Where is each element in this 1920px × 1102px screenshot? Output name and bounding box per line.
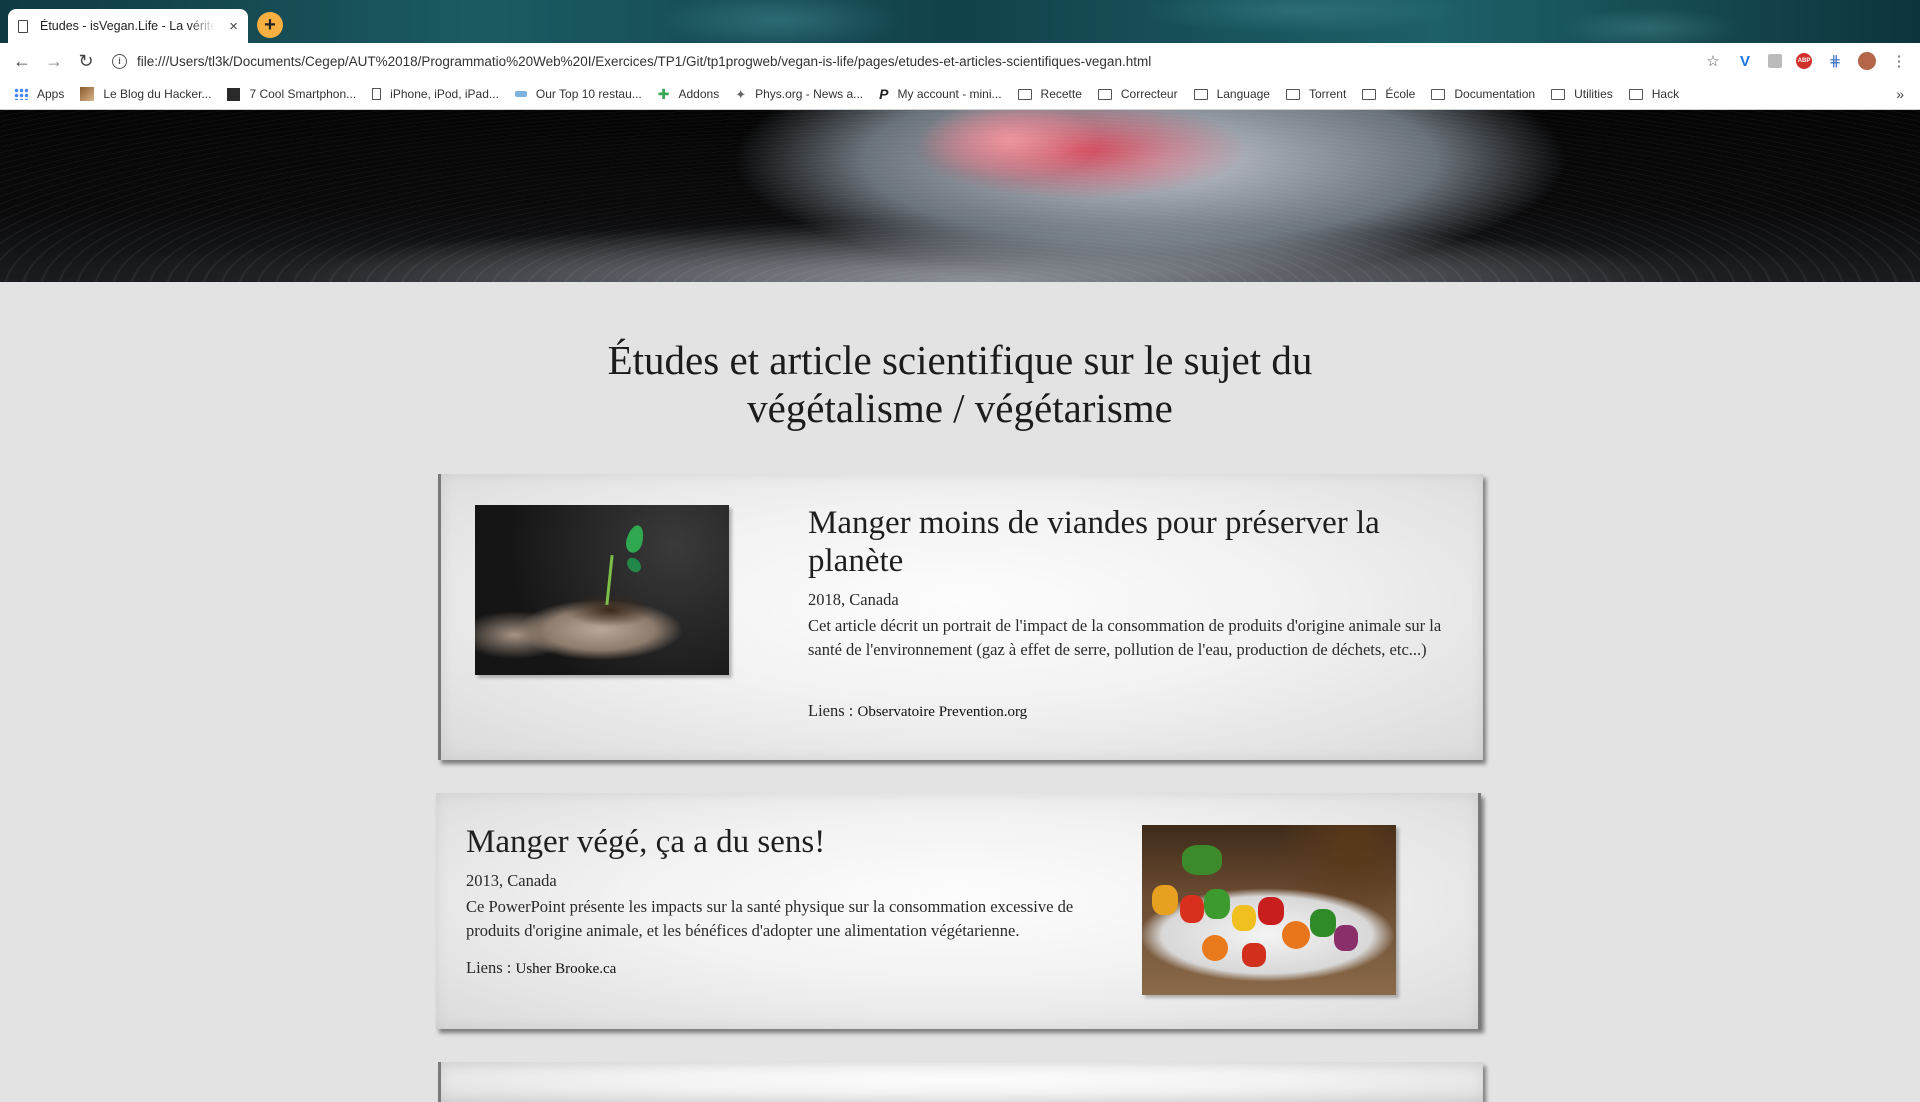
bookmark-item[interactable]: Language xyxy=(1193,87,1270,101)
bookmark-item[interactable]: Apps xyxy=(14,87,64,101)
extensions-area: ☆ V ABP ⋕ ⋮ xyxy=(1704,52,1908,70)
folder-icon xyxy=(1551,88,1566,100)
bookmark-label: Recette xyxy=(1040,87,1082,101)
browser-tab[interactable]: Études - isVegan.Life - La vérité × xyxy=(8,9,248,43)
bookmark-item[interactable]: École xyxy=(1362,87,1415,101)
bookmark-item[interactable]: ✦ Phys.org - News a... xyxy=(735,87,863,101)
article-link[interactable]: Usher Brooke.ca xyxy=(516,961,617,977)
blue-icon xyxy=(514,91,527,97)
address-bar-url[interactable]: file:///Users/tl3k/Documents/Cegep/AUT%2… xyxy=(137,54,1151,69)
bookmark-item[interactable]: ✚ Addons xyxy=(658,87,719,101)
extension-gray-icon[interactable] xyxy=(1768,54,1782,68)
atom-icon: ✦ xyxy=(735,86,747,102)
tab-title: Études - isVegan.Life - La vérité xyxy=(40,19,215,33)
forward-arrow-icon[interactable]: → xyxy=(38,51,70,72)
header-banner-image xyxy=(0,110,1920,282)
folder-icon xyxy=(1628,88,1643,100)
folder-icon xyxy=(1017,88,1032,100)
browser-menu-icon[interactable]: ⋮ xyxy=(1890,52,1908,70)
bookmark-item[interactable]: Le Blog du Hacker... xyxy=(80,87,211,101)
bookmark-label: Addons xyxy=(678,87,720,101)
article-link[interactable]: Observatoire Prevention.org xyxy=(858,704,1028,720)
bookmark-label: École xyxy=(1385,87,1416,101)
bookmark-item[interactable]: Torrent xyxy=(1285,87,1347,101)
bookmark-label: iPhone, iPod, iPad... xyxy=(390,87,499,101)
address-bar[interactable]: i file:///Users/tl3k/Documents/Cegep/AUT… xyxy=(112,53,1704,69)
folder-icon xyxy=(1362,88,1377,100)
bookmark-item[interactable]: Recette xyxy=(1017,87,1082,101)
article-links: Liens : Usher Brooke.ca xyxy=(466,958,616,978)
bookmark-label: Apps xyxy=(37,87,65,101)
extension-v-icon[interactable]: V xyxy=(1736,53,1754,70)
tab-close-icon[interactable]: × xyxy=(229,18,238,35)
page-icon xyxy=(372,88,382,100)
bookmarks-bar: Apps Le Blog du Hacker... 7 Cool Smartphon… xyxy=(0,79,1920,110)
bookmark-label: 7 Cool Smartphon... xyxy=(249,87,357,101)
links-label: Liens : xyxy=(466,958,516,977)
bookmark-label: Our Top 10 restau... xyxy=(535,87,642,101)
article-image-skewers xyxy=(1142,825,1396,995)
page-title: Études et article scientifique sur le su… xyxy=(560,336,1360,432)
puzzle-icon: ✚ xyxy=(657,86,670,102)
bookmark-label: My account - mini... xyxy=(897,87,1002,101)
document-icon xyxy=(18,19,28,33)
dark-square-icon xyxy=(227,87,241,101)
info-icon[interactable]: i xyxy=(112,53,127,69)
browser-tab-strip xyxy=(0,0,1920,43)
bookmark-star-icon[interactable]: ☆ xyxy=(1704,52,1722,70)
bookmark-item[interactable]: Utilities xyxy=(1551,87,1613,101)
folder-icon xyxy=(1431,88,1446,100)
article-links: Liens : Observatoire Prevention.org xyxy=(808,701,1027,721)
bookmarks-overflow-icon[interactable]: » xyxy=(1896,86,1904,102)
folder-icon xyxy=(1097,88,1112,100)
new-tab-button[interactable]: + xyxy=(257,12,283,38)
reload-icon[interactable]: ↻ xyxy=(70,51,102,72)
links-label: Liens : xyxy=(808,701,858,720)
article-description: Cet article décrit un portrait de l'impa… xyxy=(808,616,1442,659)
article-title: Manger végé, ça a du sens! xyxy=(466,824,826,860)
bookmark-label: Hack xyxy=(1651,87,1680,101)
article-description: Ce PowerPoint présente les impacts sur l… xyxy=(466,897,1074,940)
bookmark-label: Utilities xyxy=(1574,87,1613,101)
article-meta: 2018, Canada xyxy=(808,590,899,609)
folder-icon xyxy=(1193,88,1208,100)
bookmark-label: Le Blog du Hacker... xyxy=(103,87,212,101)
page-title-line-2: végétalisme / végétarisme xyxy=(747,385,1173,431)
article-card: Manger moins de viandes pour préserver l… xyxy=(438,474,1483,760)
profile-avatar[interactable] xyxy=(1858,52,1876,70)
page-title-line-1: Études et article scientifique sur le su… xyxy=(607,337,1313,383)
browser-toolbar: ← → ↻ i file:///Users/tl3k/Documents/Ceg… xyxy=(0,43,1920,79)
bookmark-label: Torrent xyxy=(1308,87,1347,101)
article-card: Manger végé, ça a du sens! 2013, Canada … xyxy=(436,793,1481,1029)
article-title: Manger moins de viandes pour préserver l… xyxy=(808,505,1380,579)
article-card-partial xyxy=(438,1062,1483,1102)
bookmark-label: Correcteur xyxy=(1120,87,1178,101)
folder-icon xyxy=(1285,88,1300,100)
bookmark-item[interactable]: Documentation xyxy=(1431,87,1535,101)
back-arrow-icon[interactable]: ← xyxy=(6,51,38,72)
article-meta: 2013, Canada xyxy=(466,871,557,890)
adblock-icon[interactable]: ABP xyxy=(1796,53,1812,69)
bookmark-label: Phys.org - News a... xyxy=(755,87,864,101)
bookmark-label: Documentation xyxy=(1454,87,1536,101)
image-icon xyxy=(80,87,95,101)
bookmark-item[interactable]: Correcteur xyxy=(1097,87,1178,101)
bookmark-label: Language xyxy=(1216,87,1270,101)
p-icon: P xyxy=(879,86,889,102)
bookmark-item[interactable]: Hack xyxy=(1628,87,1680,101)
bookmark-item[interactable]: Our Top 10 restau... xyxy=(514,87,642,101)
apps-icon xyxy=(14,88,28,100)
extension-grid-icon[interactable]: ⋕ xyxy=(1826,52,1844,70)
bookmark-item[interactable]: 7 Cool Smartphon... xyxy=(227,87,356,101)
article-image-seedling xyxy=(475,505,729,675)
bookmark-item[interactable]: P My account - mini... xyxy=(879,87,1001,101)
bookmark-item[interactable]: iPhone, iPod, iPad... xyxy=(372,87,499,101)
